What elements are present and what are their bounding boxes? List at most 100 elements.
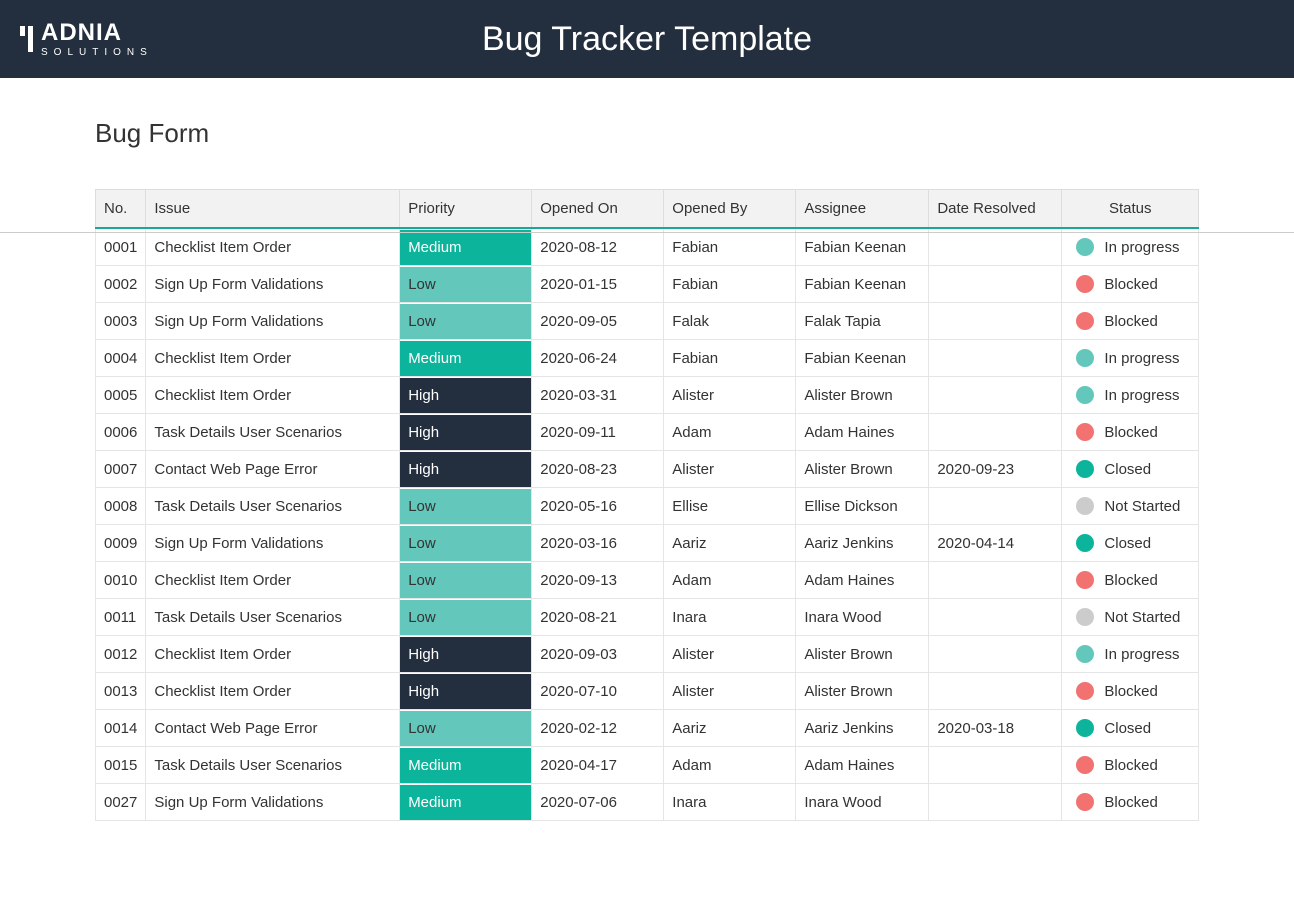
cell-opened-on: 2020-03-31	[532, 377, 664, 414]
cell-assignee: Falak Tapia	[796, 303, 929, 340]
cell-issue: Checklist Item Order	[146, 673, 400, 710]
cell-assignee: Fabian Keenan	[796, 340, 929, 377]
cell-opened-by: Fabian	[664, 340, 796, 377]
status-label: Closed	[1104, 461, 1151, 478]
cell-opened-by: Fabian	[664, 266, 796, 303]
cell-assignee: Ellise Dickson	[796, 488, 929, 525]
status-label: Blocked	[1104, 757, 1157, 774]
status-label: In progress	[1104, 387, 1179, 404]
cell-priority: Low	[400, 525, 532, 562]
cell-status: Not Started	[1062, 488, 1199, 525]
column-no: No.	[96, 190, 146, 229]
cell-date-resolved	[929, 488, 1062, 525]
cell-opened-on: 2020-07-06	[532, 784, 664, 821]
priority-badge: High	[400, 378, 531, 413]
cell-priority: High	[400, 414, 532, 451]
cell-no: 0003	[96, 303, 146, 340]
cell-priority: High	[400, 673, 532, 710]
status-label: Not Started	[1104, 498, 1180, 515]
cell-priority: Low	[400, 599, 532, 636]
cell-issue: Checklist Item Order	[146, 340, 400, 377]
table-row: 0002Sign Up Form ValidationsLow2020-01-1…	[96, 266, 1199, 303]
cell-priority: High	[400, 451, 532, 488]
cell-assignee: Adam Haines	[796, 414, 929, 451]
cell-no: 0005	[96, 377, 146, 414]
cell-no: 0007	[96, 451, 146, 488]
cell-no: 0001	[96, 228, 146, 266]
cell-no: 0015	[96, 747, 146, 784]
cell-priority: Low	[400, 710, 532, 747]
priority-badge: Medium	[400, 748, 531, 783]
cell-opened-on: 2020-05-16	[532, 488, 664, 525]
bug-table: No. Issue Priority Opened On Opened By A…	[95, 189, 1199, 821]
cell-status: In progress	[1062, 340, 1199, 377]
cell-opened-on: 2020-09-13	[532, 562, 664, 599]
cell-status: Blocked	[1062, 414, 1199, 451]
cell-date-resolved	[929, 228, 1062, 266]
cell-issue: Task Details User Scenarios	[146, 488, 400, 525]
table-row: 0011Task Details User ScenariosLow2020-0…	[96, 599, 1199, 636]
status-label: Closed	[1104, 720, 1151, 737]
table-row: 0010Checklist Item OrderLow2020-09-13Ada…	[96, 562, 1199, 599]
cell-issue: Checklist Item Order	[146, 636, 400, 673]
table-row: 0014Contact Web Page ErrorLow2020-02-12A…	[96, 710, 1199, 747]
cell-opened-by: Inara	[664, 784, 796, 821]
priority-badge: Low	[400, 304, 531, 339]
table-header-row: No. Issue Priority Opened On Opened By A…	[96, 190, 1199, 229]
cell-opened-on: 2020-03-16	[532, 525, 664, 562]
status-dot-icon	[1076, 608, 1094, 626]
cell-no: 0027	[96, 784, 146, 821]
status-label: Blocked	[1104, 683, 1157, 700]
cell-assignee: Alister Brown	[796, 451, 929, 488]
cell-opened-on: 2020-09-03	[532, 636, 664, 673]
cell-date-resolved: 2020-09-23	[929, 451, 1062, 488]
table-row: 0009Sign Up Form ValidationsLow2020-03-1…	[96, 525, 1199, 562]
cell-no: 0009	[96, 525, 146, 562]
status-dot-icon	[1076, 719, 1094, 737]
table-row: 0005Checklist Item OrderHigh2020-03-31Al…	[96, 377, 1199, 414]
header: ADNIA SOLUTIONS Bug Tracker Template	[0, 0, 1294, 78]
cell-no: 0012	[96, 636, 146, 673]
priority-badge: High	[400, 674, 531, 709]
cell-opened-by: Adam	[664, 562, 796, 599]
cell-issue: Checklist Item Order	[146, 228, 400, 266]
table-row: 0008Task Details User ScenariosLow2020-0…	[96, 488, 1199, 525]
cell-status: Closed	[1062, 451, 1199, 488]
cell-assignee: Fabian Keenan	[796, 228, 929, 266]
cell-date-resolved	[929, 377, 1062, 414]
cell-opened-by: Inara	[664, 599, 796, 636]
cell-issue: Checklist Item Order	[146, 377, 400, 414]
logo: ADNIA SOLUTIONS	[20, 21, 153, 58]
cell-issue: Contact Web Page Error	[146, 451, 400, 488]
priority-badge: Low	[400, 526, 531, 561]
cell-status: Blocked	[1062, 562, 1199, 599]
cell-status: Blocked	[1062, 747, 1199, 784]
status-dot-icon	[1076, 349, 1094, 367]
status-label: Blocked	[1104, 794, 1157, 811]
status-dot-icon	[1076, 275, 1094, 293]
status-dot-icon	[1076, 756, 1094, 774]
logo-brand: ADNIA	[41, 21, 153, 45]
cell-priority: High	[400, 636, 532, 673]
cell-no: 0013	[96, 673, 146, 710]
cell-opened-by: Falak	[664, 303, 796, 340]
cell-issue: Task Details User Scenarios	[146, 599, 400, 636]
table-row: 0006Task Details User ScenariosHigh2020-…	[96, 414, 1199, 451]
cell-opened-on: 2020-08-21	[532, 599, 664, 636]
table-row: 0027Sign Up Form ValidationsMedium2020-0…	[96, 784, 1199, 821]
logo-subtitle: SOLUTIONS	[41, 47, 153, 58]
cell-date-resolved	[929, 562, 1062, 599]
cell-opened-by: Alister	[664, 636, 796, 673]
cell-status: Blocked	[1062, 303, 1199, 340]
column-issue: Issue	[146, 190, 400, 229]
status-label: Not Started	[1104, 609, 1180, 626]
cell-opened-by: Fabian	[664, 228, 796, 266]
cell-priority: Medium	[400, 747, 532, 784]
cell-no: 0010	[96, 562, 146, 599]
cell-date-resolved	[929, 784, 1062, 821]
cell-date-resolved: 2020-03-18	[929, 710, 1062, 747]
cell-opened-on: 2020-04-17	[532, 747, 664, 784]
logo-icon	[20, 26, 33, 52]
status-dot-icon	[1076, 534, 1094, 552]
priority-badge: Medium	[400, 341, 531, 376]
